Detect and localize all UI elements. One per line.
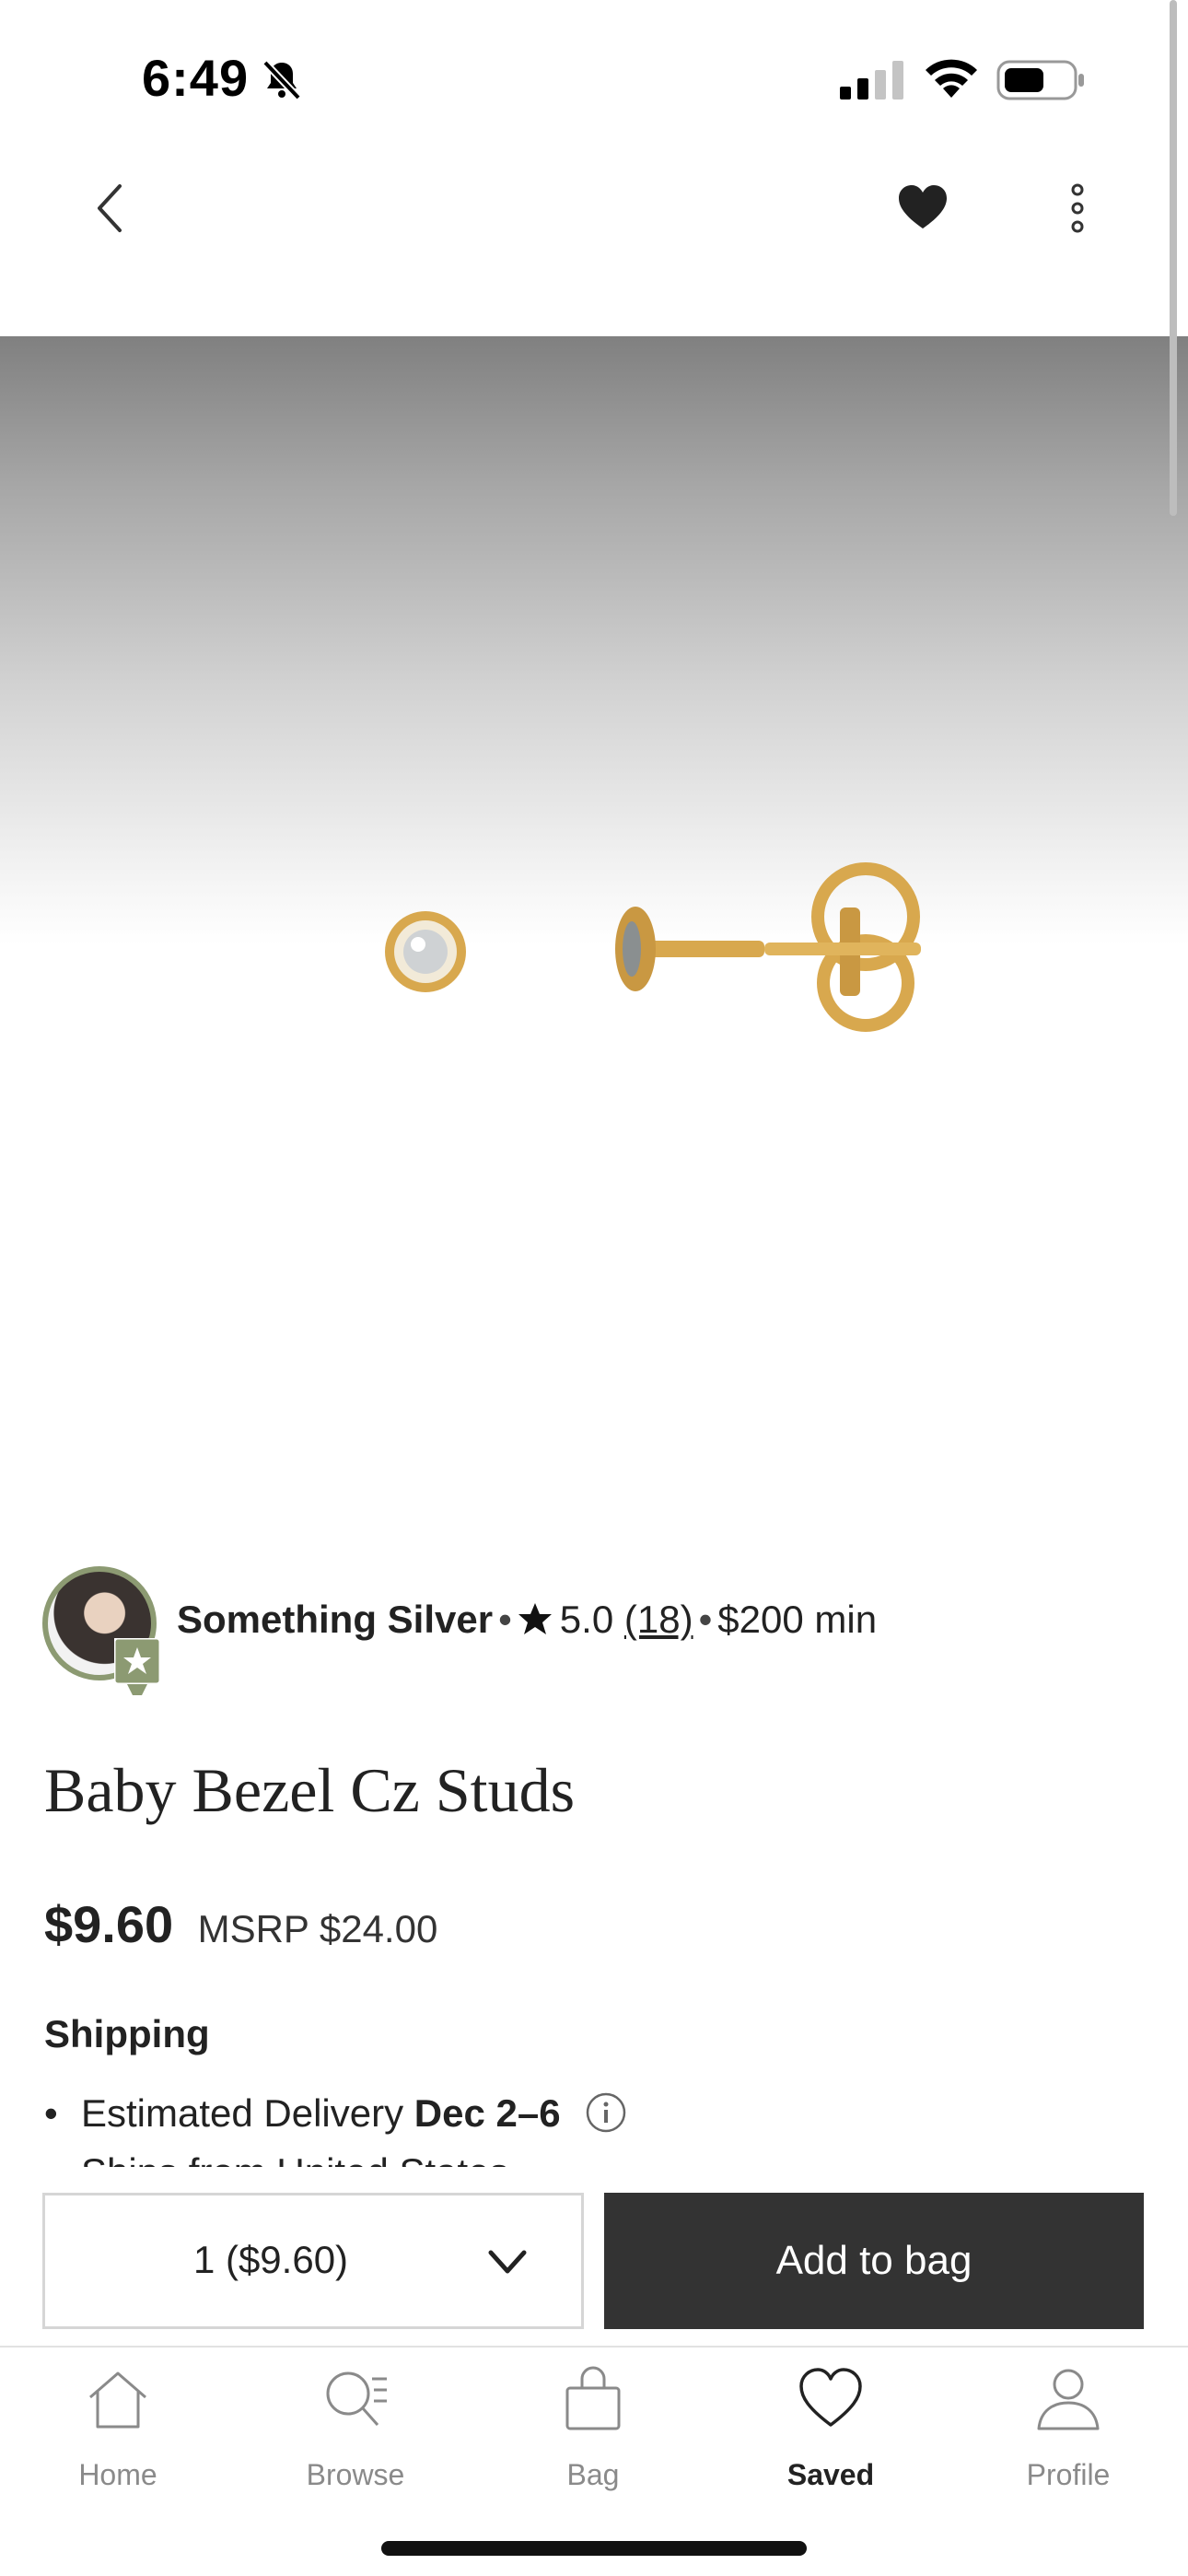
back-icon[interactable] <box>88 181 133 236</box>
seller-row[interactable]: Something Silver • 5.0 (18) • $200 min <box>42 1566 1147 1695</box>
ships-from-label: Ships from United States <box>81 2150 509 2167</box>
purchase-action-bar: 1 ($9.60) Add to bag <box>0 2167 1188 2346</box>
order-minimum: $200 min <box>717 1598 878 1641</box>
shipping-heading: Shipping <box>44 2012 210 2055</box>
tab-home-label: Home <box>78 2458 157 2491</box>
product-image[interactable] <box>0 336 1188 1516</box>
tab-home[interactable]: Home <box>26 2366 210 2504</box>
status-time: 6:49 <box>142 49 250 107</box>
favorite-heart-icon[interactable] <box>895 181 950 236</box>
price-row: $9.60 MSRP $24.00 <box>44 1894 437 1954</box>
tab-browse-label: Browse <box>306 2458 405 2491</box>
estimated-delivery-item: Estimated Delivery Dec 2–6 <box>44 2084 1149 2143</box>
star-icon <box>518 1603 552 1634</box>
more-options-icon[interactable] <box>1059 181 1096 236</box>
chevron-down-icon <box>488 2250 527 2274</box>
ships-from-item: Ships from United States <box>44 2143 1149 2167</box>
quantity-select[interactable]: 1 ($9.60) <box>42 2193 584 2329</box>
seller-info: Something Silver • 5.0 (18) • $200 min <box>177 1598 877 1642</box>
earring-studs-image <box>385 862 921 1032</box>
separator: • <box>698 1598 713 1641</box>
msrp-price: MSRP $24.00 <box>197 1907 438 1950</box>
delivery-dates: Dec 2–6 <box>413 2091 561 2135</box>
info-icon[interactable] <box>585 2091 627 2134</box>
tab-saved-label: Saved <box>786 2458 875 2491</box>
top-shop-badge-icon <box>114 1638 160 1695</box>
shipping-list: Estimated Delivery Dec 2–6 Ships from Un… <box>44 2084 1149 2167</box>
muted-bell-icon <box>262 60 301 100</box>
scroll-indicator[interactable] <box>1170 0 1177 516</box>
review-count-link[interactable]: (18) <box>624 1598 693 1641</box>
tab-browse[interactable]: Browse <box>263 2366 448 2504</box>
seller-name[interactable]: Something Silver <box>177 1598 493 1641</box>
separator: • <box>498 1598 512 1641</box>
browse-icon <box>326 2371 387 2426</box>
cellular-signal-icon <box>840 61 903 100</box>
add-to-bag-button[interactable]: Add to bag <box>604 2193 1144 2329</box>
battery-icon <box>996 60 1084 100</box>
tab-profile[interactable]: Profile <box>976 2366 1160 2504</box>
delivery-label: Estimated Delivery <box>81 2091 414 2135</box>
quantity-value: 1 ($9.60) <box>192 2238 349 2281</box>
profile-icon <box>1037 2369 1100 2430</box>
seller-rating: 5.0 <box>559 1598 614 1641</box>
home-indicator <box>381 2541 807 2556</box>
status-bar: 6:49 <box>0 0 1188 138</box>
tab-bag-label: Bag <box>566 2458 620 2491</box>
home-icon <box>89 2371 146 2429</box>
tab-bag[interactable]: Bag <box>501 2366 685 2504</box>
tab-profile-label: Profile <box>1026 2458 1111 2491</box>
wifi-icon <box>926 59 977 98</box>
bag-icon <box>565 2366 621 2430</box>
wholesale-price: $9.60 <box>44 1895 174 1953</box>
product-title: Baby Bezel Cz Studs <box>44 1755 576 1825</box>
tab-saved[interactable]: Saved <box>739 2366 923 2504</box>
heart-icon <box>799 2368 862 2427</box>
